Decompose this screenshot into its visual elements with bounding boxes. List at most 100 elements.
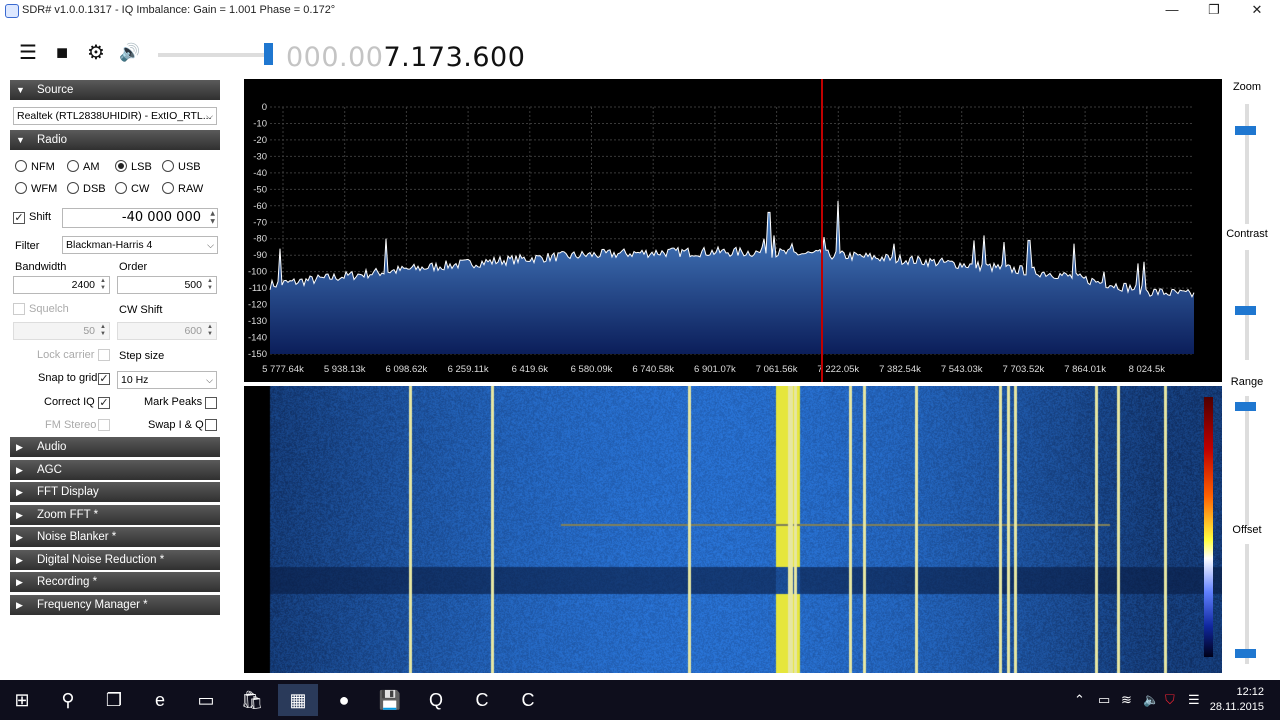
y-tick-label: -110	[249, 283, 267, 294]
file-explorer-icon[interactable]: ▭	[186, 684, 226, 716]
frequency-manager-section-header[interactable]: ▶ Frequency Manager *	[10, 595, 220, 615]
zoom-slider-thumb[interactable]	[1235, 126, 1256, 136]
app-q-icon[interactable]: Q	[416, 684, 456, 716]
source-device-select[interactable]: Realtek (RTL2838UHIDIR) - ExtIO_RTL... ⌵	[13, 107, 217, 125]
source-section-header[interactable]: ▼ Source	[10, 80, 220, 100]
window-title: SDR# v1.0.0.1317 - IQ Imbalance: Gain = …	[22, 4, 336, 16]
app-c-icon[interactable]: C	[462, 684, 502, 716]
cw-shift-input[interactable]: 600 ▲ ▼	[117, 322, 217, 340]
y-tick-label: -50	[253, 184, 267, 195]
x-tick-label: 6 419.6k	[512, 364, 549, 375]
x-tick-label: 5 777.64k	[262, 364, 304, 375]
save-icon[interactable]: 💾	[370, 684, 410, 716]
swap-iq-checkbox[interactable]	[205, 419, 217, 431]
zoom-fft-section-header[interactable]: ▶ Zoom FFT *	[10, 505, 220, 525]
bandwidth-input[interactable]: 2400 ▲ ▼	[13, 276, 110, 294]
recording-section-header[interactable]: ▶ Recording *	[10, 572, 220, 592]
range-label: Range	[1230, 376, 1264, 388]
frequency-leading-digits[interactable]: 000.00	[286, 42, 383, 73]
radio-section-header[interactable]: ▼ Radio	[10, 130, 220, 150]
waterfall-display[interactable]	[244, 386, 1222, 673]
frequency-active-digits[interactable]: 7.173.600	[383, 42, 525, 73]
store-icon[interactable]: 🛍	[232, 684, 272, 716]
shift-checkbox[interactable]: ✓	[13, 212, 25, 224]
mode-radio-nfm[interactable]: NFM	[15, 160, 55, 173]
shift-input[interactable]: -40 000 000 ▲ ▼	[62, 208, 218, 228]
mode-radio-wfm[interactable]: WFM	[15, 182, 57, 195]
mode-radio-am[interactable]: AM	[67, 160, 100, 173]
mode-radio-lsb[interactable]: LSB	[115, 160, 152, 173]
lock-carrier-checkbox[interactable]	[98, 349, 110, 361]
expand-arrow-icon: ▶	[16, 510, 23, 520]
x-tick-label: 8 024.5k	[1129, 364, 1166, 375]
filter-select[interactable]: Blackman-Harris 4 ⌵	[62, 236, 218, 254]
task-view-icon[interactable]: ❐	[94, 684, 134, 716]
maximize-button[interactable]: ❐	[1192, 0, 1236, 22]
speaker-icon[interactable]: 🔊	[116, 42, 144, 64]
noise-blanker-section-header[interactable]: ▶ Noise Blanker *	[10, 527, 220, 547]
mark-peaks-checkbox[interactable]	[205, 397, 217, 409]
mode-radio-cw[interactable]: CW	[115, 182, 149, 195]
noise-reduction-section-header[interactable]: ▶ Digital Noise Reduction *	[10, 550, 220, 570]
y-tick-label: -70	[253, 217, 267, 228]
firefox-icon[interactable]: ●	[324, 684, 364, 716]
close-button[interactable]: ✕	[1235, 0, 1279, 22]
y-tick-label: -90	[253, 250, 267, 261]
spinner-arrows-icon[interactable]: ▲ ▼	[205, 324, 215, 338]
spinner-arrows-icon[interactable]: ▲ ▼	[98, 278, 108, 292]
start-windows-icon[interactable]: ⊞	[2, 684, 42, 716]
y-tick-label: 0	[262, 102, 267, 113]
gear-icon[interactable]: ⚙	[82, 42, 110, 64]
stop-icon[interactable]: ■	[50, 42, 74, 64]
spinner-arrows-icon[interactable]: ▲ ▼	[210, 210, 215, 226]
contrast-slider-thumb[interactable]	[1235, 305, 1256, 315]
spectrum-analyzer[interactable]: 0 -10 -20 -30 -40 -50 -60 -70 -80 -90 -100 -110 -120…	[244, 79, 1222, 382]
order-input[interactable]: 500 ▲ ▼	[117, 276, 217, 294]
waterfall-canvas[interactable]	[244, 386, 1222, 673]
lock-carrier-label: Lock carrier	[37, 349, 95, 361]
edge-icon[interactable]: e	[140, 684, 180, 716]
snap-to-grid-checkbox[interactable]: ✓	[98, 373, 110, 385]
range-slider-thumb[interactable]	[1235, 402, 1256, 412]
battery-icon[interactable]: ▭	[1098, 692, 1110, 708]
clock-time[interactable]: 12:12	[1236, 686, 1264, 698]
fft-display-section-header[interactable]: ▶ FFT Display	[10, 482, 220, 502]
wifi-icon[interactable]: ≋	[1121, 692, 1132, 708]
minimize-button[interactable]: —	[1150, 0, 1194, 22]
clock-date[interactable]: 28.11.2015	[1210, 701, 1264, 713]
tray-chevron-icon[interactable]: ⌃	[1074, 692, 1085, 708]
fm-stereo-checkbox[interactable]	[98, 419, 110, 431]
mode-radio-raw[interactable]: RAW	[162, 182, 203, 195]
search-icon[interactable]: ⚲	[48, 684, 88, 716]
spinner-arrows-icon[interactable]: ▲ ▼	[205, 278, 215, 292]
step-size-select[interactable]: 10 Hz ⌵	[117, 371, 217, 389]
spectrum-plot[interactable]: 0 -10 -20 -30 -40 -50 -60 -70 -80 -90 -100 -110 -120…	[244, 79, 1222, 382]
mode-radio-dsb[interactable]: DSB	[67, 182, 106, 195]
x-tick-label: 7 382.54k	[879, 364, 921, 375]
range-slider-track[interactable]	[1245, 396, 1249, 526]
spinner-arrows-icon[interactable]: ▲ ▼	[98, 324, 108, 338]
volume-tray-icon[interactable]: 🔈	[1143, 692, 1159, 708]
sdrsharp-icon[interactable]: ▦	[278, 684, 318, 716]
mode-radio-usb[interactable]: USB	[162, 160, 201, 173]
waterfall-color-scale	[1204, 397, 1213, 657]
correct-iq-checkbox[interactable]: ✓	[98, 397, 110, 409]
app-c2-icon[interactable]: C	[508, 684, 548, 716]
volume-slider-track[interactable]	[158, 53, 266, 57]
y-tick-label: -100	[248, 267, 267, 278]
x-tick-label: 7 061.56k	[756, 364, 798, 375]
squelch-input[interactable]: 50 ▲ ▼	[13, 322, 110, 340]
frequency-display[interactable]: 000.007.173.600	[286, 42, 525, 73]
squelch-checkbox[interactable]	[13, 303, 25, 315]
audio-section-header[interactable]: ▶ Audio	[10, 437, 220, 457]
menu-icon[interactable]: ☰	[14, 42, 42, 64]
zoom-slider-track[interactable]	[1245, 104, 1249, 224]
volume-slider-thumb[interactable]	[264, 43, 273, 65]
antivirus-shield-icon[interactable]: ⛉	[1165, 692, 1175, 708]
swap-iq-label: Swap I & Q	[148, 419, 204, 431]
agc-section-header[interactable]: ▶ AGC	[10, 460, 220, 480]
offset-slider-thumb[interactable]	[1235, 649, 1256, 659]
sdrsharp-app-icon	[5, 4, 19, 18]
offset-slider-track[interactable]	[1245, 544, 1249, 664]
notifications-icon[interactable]: ☰	[1188, 692, 1200, 708]
